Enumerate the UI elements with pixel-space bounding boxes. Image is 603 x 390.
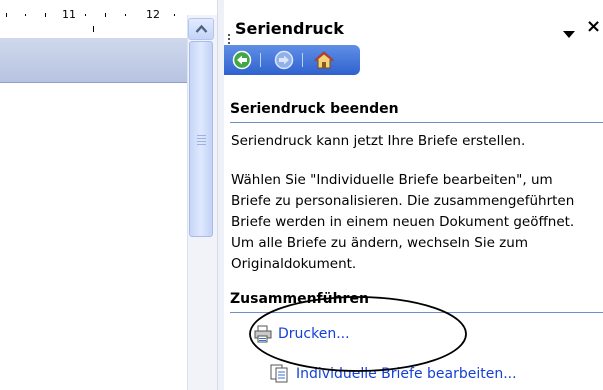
ruler-mark-11: 11 — [62, 8, 76, 21]
ruler-tick — [25, 14, 26, 16]
edit-letters-link[interactable]: Individuelle Briefe bearbeiten... — [270, 364, 517, 384]
ruler-tick — [85, 14, 86, 16]
section-heading-finish: Seriendruck beenden — [230, 100, 603, 123]
print-link[interactable]: Drucken... — [254, 325, 350, 343]
task-pane-nav-bar — [224, 45, 360, 75]
section-heading-merge-label: Zusammenführen — [230, 291, 369, 307]
forward-icon — [274, 50, 294, 70]
printer-icon — [254, 325, 272, 343]
ruler-tick — [6, 13, 7, 17]
instruction-text: Wählen Sie "Individuelle Briefe bearbeit… — [231, 172, 575, 272]
home-icon — [313, 51, 335, 69]
section-heading-merge: Zusammenführen — [230, 290, 603, 313]
thumb-grip-line — [197, 144, 206, 145]
document-canvas[interactable] — [0, 38, 187, 390]
horizontal-ruler: 11 12 — [0, 0, 187, 38]
nav-separator — [302, 53, 303, 67]
ruler-tick — [105, 13, 106, 17]
scroll-thumb[interactable] — [189, 41, 213, 237]
ruler-tick — [45, 13, 46, 17]
triangle-down-icon — [563, 31, 575, 38]
task-pane: Seriendruck × Seriendruck beenden Serien… — [224, 0, 603, 390]
section-heading-finish-label: Seriendruck beenden — [230, 101, 399, 117]
document-page-gap — [0, 38, 187, 83]
edit-letters-link-label: Individuelle Briefe bearbeiten... — [296, 366, 517, 382]
thumb-grip-line — [197, 138, 206, 139]
nav-separator — [260, 53, 261, 67]
home-button[interactable] — [313, 50, 335, 70]
status-text: Seriendruck kann jetzt Ihre Briefe erste… — [231, 133, 526, 149]
ruler-tick — [125, 14, 126, 16]
ruler-tick — [93, 26, 94, 32]
task-pane-title: Seriendruck — [235, 19, 344, 38]
pane-menu-button[interactable] — [563, 24, 575, 43]
ruler-tick — [174, 14, 175, 16]
close-button[interactable]: × — [586, 17, 601, 37]
documents-icon — [270, 364, 288, 383]
thumb-grip-line — [197, 135, 206, 136]
thumb-grip-line — [197, 141, 206, 142]
back-icon — [232, 50, 252, 70]
chevron-up-icon — [195, 24, 208, 33]
scroll-up-button[interactable] — [188, 18, 214, 40]
print-link-label: Drucken... — [278, 326, 350, 342]
back-button[interactable] — [232, 50, 252, 70]
ruler-mark-12: 12 — [146, 8, 160, 21]
forward-button[interactable] — [274, 50, 294, 70]
